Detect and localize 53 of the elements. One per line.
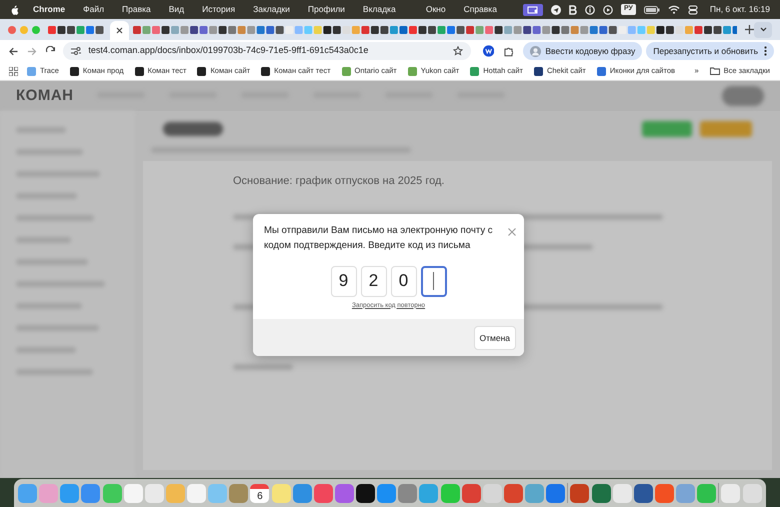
wifi-icon[interactable] [668, 5, 680, 14]
menu-item[interactable]: Окно [426, 3, 446, 16]
dock-app-icon[interactable] [356, 484, 375, 502]
info-circle-icon[interactable] [584, 4, 595, 14]
code-digit-field[interactable]: 0 [390, 266, 416, 297]
back-arrow-icon[interactable] [9, 46, 18, 56]
blurred-avatars [722, 86, 764, 106]
app-logo[interactable]: КОМАН [16, 84, 74, 108]
extension-logo-icon[interactable] [482, 45, 494, 57]
code-digit-field[interactable]: 9 [330, 266, 356, 297]
menu-item[interactable]: Вид [168, 3, 184, 16]
more-menu-icon [764, 46, 768, 56]
tab-favicons-drawing[interactable] [132, 24, 738, 34]
battery-icon[interactable] [644, 6, 660, 14]
tab-close-icon[interactable] [116, 27, 122, 34]
apps-grid-icon[interactable] [9, 66, 18, 76]
new-tab-icon[interactable] [745, 25, 754, 34]
bookmark-star-icon[interactable] [452, 46, 463, 56]
cancel-button[interactable]: Отмена [474, 326, 516, 350]
document-heading: Основание: график отпусков на 2025 год. [233, 174, 446, 189]
menu-item[interactable]: История [202, 3, 236, 16]
dialog-message: Мы отправили Вам письмо на электронную почту с кодом подтверждения. Введите код из письма [264, 224, 494, 253]
profile-button[interactable]: Ввести кодовую фразу [523, 42, 642, 60]
menu-item[interactable]: Закладки [253, 3, 290, 16]
avatar-icon [530, 46, 542, 56]
forward-arrow-icon[interactable] [27, 46, 37, 56]
folder-icon [710, 67, 720, 75]
control-center-icon[interactable] [688, 4, 698, 14]
screen-share-icon[interactable] [522, 4, 543, 16]
play-circle-icon[interactable] [602, 4, 613, 14]
site-settings-icon[interactable] [71, 47, 82, 55]
menu-bar-clock: Пн, 6 окт. 16:19 [710, 3, 770, 16]
menu-item[interactable]: Правка [122, 3, 151, 16]
address-bar[interactable]: test4.coman.app/docs/inbox/0199703b-74c9-71e5-9ff1-691c543a0c1e [63, 42, 471, 60]
tab-favicons-drawing[interactable] [48, 24, 106, 34]
url-text: test4.coman.app/docs/inbox/0199703b-74c9-71e5-9ff1-691c543a0c1e [88, 44, 368, 58]
calendar-app-icon[interactable]: 6 [250, 484, 270, 502]
menu-item[interactable]: Справка [464, 3, 497, 16]
menu-item[interactable]: Профили [308, 3, 345, 16]
text-cursor [433, 272, 434, 290]
restart-update-button[interactable]: Перезапустить и обновить [646, 42, 774, 60]
paper-plane-icon[interactable] [550, 4, 561, 14]
code-digit-field[interactable]: 2 [360, 266, 386, 297]
menu-item[interactable]: Файл [83, 3, 104, 16]
letter-b-icon[interactable] [568, 4, 577, 14]
menu-item[interactable]: Вкладка [362, 3, 396, 16]
code-digit-field[interactable] [420, 266, 446, 297]
apple-logo-icon[interactable] [10, 4, 19, 14]
close-icon[interactable] [508, 228, 516, 236]
chevron-down-icon [760, 27, 767, 32]
tab-search-button[interactable] [754, 22, 772, 38]
extensions-puzzle-icon[interactable] [504, 46, 514, 56]
app-menu[interactable]: Chrome [33, 3, 66, 16]
